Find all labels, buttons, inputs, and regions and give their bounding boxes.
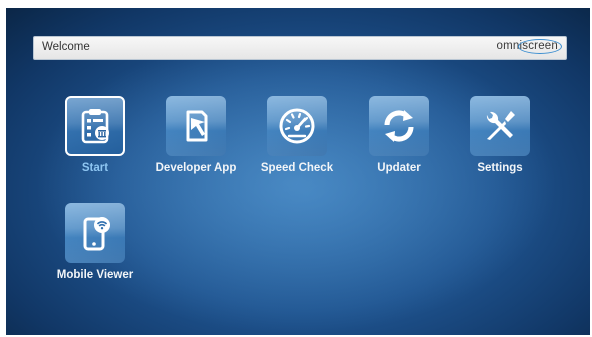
app-developer[interactable]: Developer App (146, 96, 246, 196)
app-updater[interactable]: Updater (349, 96, 449, 196)
clipboard-checklist-icon (81, 109, 109, 144)
app-updater-label: Updater (377, 162, 421, 174)
app-speed-check[interactable]: Speed Check (247, 96, 347, 196)
header-bar: Welcome omniscreen (33, 36, 567, 60)
app-start-tile[interactable] (65, 96, 125, 156)
wrench-screwdriver-icon (486, 111, 515, 140)
app-developer-tile[interactable] (166, 96, 226, 156)
page-title: Welcome (42, 41, 90, 53)
launcher-screen: Welcome omniscreen Start Developer App S… (6, 8, 590, 335)
app-start[interactable]: Start (45, 96, 145, 196)
refresh-icon (384, 110, 414, 142)
app-updater-tile[interactable] (369, 96, 429, 156)
app-mobile-viewer-tile[interactable] (65, 203, 125, 263)
app-start-label: Start (81, 162, 109, 174)
app-speed-check-tile[interactable] (267, 96, 327, 156)
app-settings-label: Settings (477, 162, 523, 174)
mobile-wifi-icon (83, 217, 110, 251)
app-settings[interactable]: Settings (450, 96, 550, 196)
speedometer-icon (279, 108, 315, 144)
app-settings-tile[interactable] (470, 96, 530, 156)
brand-logo: omniscreen (496, 40, 558, 52)
developer-app-icon (186, 110, 208, 142)
app-speed-check-label: Speed Check (260, 162, 334, 174)
app-mobile-viewer-label: Mobile Viewer (56, 269, 134, 281)
app-mobile-viewer[interactable]: Mobile Viewer (45, 203, 145, 303)
app-developer-label: Developer App (155, 162, 237, 174)
